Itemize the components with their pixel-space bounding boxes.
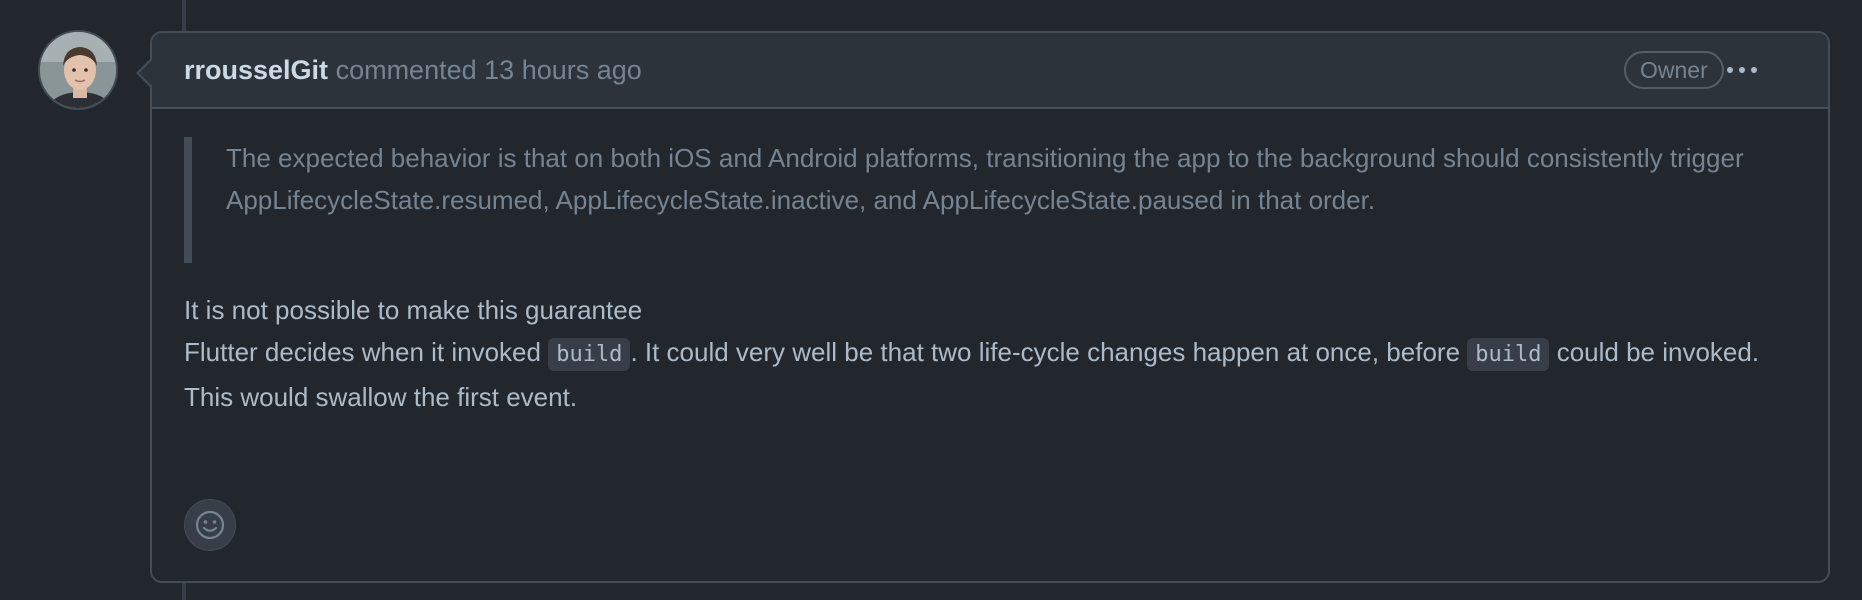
code-build-1: build [548,338,631,371]
quote-text: The expected behavior is that on both iO… [226,143,1744,215]
blockquote: The expected behavior is that on both iO… [184,137,1804,263]
avatar-image [40,32,116,108]
add-reaction-button[interactable] [184,499,236,551]
comment-body: The expected behavior is that on both iO… [184,137,1804,418]
comment-timestamp[interactable]: 13 hours ago [484,55,642,85]
owner-badge: Owner [1624,51,1724,89]
author-link[interactable]: rrousselGit [184,55,328,85]
body-line-2-after: could be invoked. [1549,337,1760,367]
body-line-3: This would swallow the first event. [184,382,578,412]
comment-header: rrousselGit commented 13 hours ago Owner [152,33,1828,109]
avatar[interactable] [38,30,118,110]
comment-action: commented [335,55,477,85]
body-line-2: Flutter decides when it invoked build. I… [184,331,1804,376]
comment-box: rrousselGit commented 13 hours ago Owner… [150,31,1830,583]
comment-caret-fill [139,60,152,86]
body-line-2-middle: . It could very well be that two life-cy… [630,337,1468,367]
code-build-2: build [1467,338,1550,371]
more-options-button[interactable] [1722,51,1762,89]
comment-header-text: rrousselGit commented 13 hours ago [184,53,642,87]
kebab-horizontal-icon [1727,67,1757,73]
comment-text: It is not possible to make this guarante… [184,289,1804,418]
body-line-1: It is not possible to make this guarante… [184,295,643,325]
smiley-icon [195,510,225,540]
body-line-2-before: Flutter decides when it invoked [184,337,549,367]
